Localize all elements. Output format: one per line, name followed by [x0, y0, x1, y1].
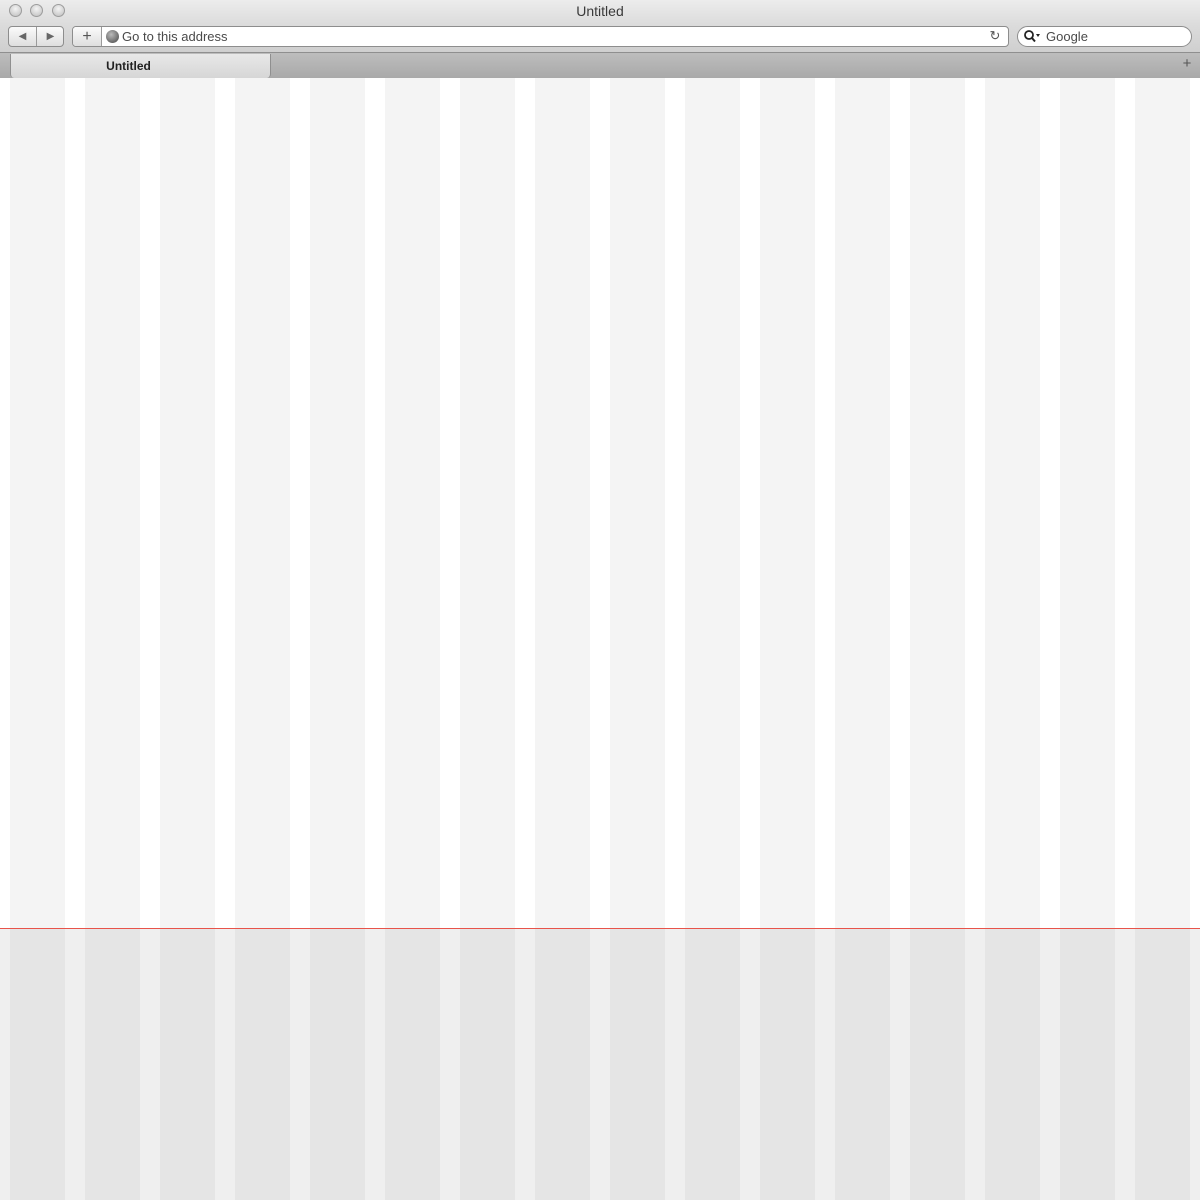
grid-column [385, 78, 440, 928]
forward-arrow-icon: ▶ [46, 31, 55, 42]
address-bar: + ↻ [72, 26, 1009, 47]
grid-column [160, 78, 215, 928]
grid-column-below-fold [385, 929, 440, 1200]
grid-column [910, 78, 965, 928]
grid-column [760, 78, 815, 928]
grid-column-below-fold [460, 929, 515, 1200]
grid-column [610, 78, 665, 928]
forward-button[interactable]: ▶ [37, 27, 64, 46]
grid-column-below-fold [10, 929, 65, 1200]
plus-icon: + [1182, 55, 1192, 72]
grid-column [235, 78, 290, 928]
grid-column-below-fold [1060, 929, 1115, 1200]
grid-column-below-fold [760, 929, 815, 1200]
navigation-buttons: ◀ ▶ [8, 26, 64, 47]
page-content [0, 78, 1200, 1200]
tab-bar: Untitled + [0, 52, 1200, 78]
add-bookmark-button[interactable]: + [73, 27, 102, 46]
grid-column [835, 78, 890, 928]
address-input[interactable] [122, 27, 982, 46]
grid-column-below-fold [1135, 929, 1190, 1200]
grid-column-below-fold [160, 929, 215, 1200]
grid-column-below-fold [685, 929, 740, 1200]
grid-column [85, 78, 140, 928]
grid-column-below-fold [835, 929, 890, 1200]
reload-icon: ↻ [989, 28, 1001, 43]
grid-column-below-fold [310, 929, 365, 1200]
search-field [1017, 26, 1192, 47]
grid-column [460, 78, 515, 928]
tab-label: Untitled [106, 59, 151, 73]
globe-icon [106, 30, 119, 43]
grid-column-below-fold [85, 929, 140, 1200]
grid-column [1060, 78, 1115, 928]
search-input[interactable] [1046, 27, 1186, 46]
new-tab-button[interactable]: + [1180, 55, 1194, 73]
toolbar: ◀ ▶ + ↻ [0, 24, 1200, 52]
grid-column [10, 78, 65, 928]
back-button[interactable]: ◀ [9, 27, 36, 46]
grid-column [310, 78, 365, 928]
window-title: Untitled [576, 3, 624, 19]
title-bar: Untitled [0, 0, 1200, 24]
grid-column-below-fold [535, 929, 590, 1200]
grid-column [1135, 78, 1190, 928]
back-arrow-icon: ◀ [18, 31, 27, 42]
reload-button[interactable]: ↻ [988, 28, 1002, 44]
grid-column-below-fold [985, 929, 1040, 1200]
grid-column-below-fold [235, 929, 290, 1200]
grid-column-below-fold [610, 929, 665, 1200]
grid-column [985, 78, 1040, 928]
plus-icon: + [82, 27, 92, 45]
grid-column [535, 78, 590, 928]
fold-line [0, 928, 1200, 929]
tab-untitled[interactable]: Untitled [10, 54, 271, 78]
magnifier-dropdown-icon[interactable] [1023, 29, 1041, 44]
grid-column-below-fold [910, 929, 965, 1200]
grid-column [685, 78, 740, 928]
